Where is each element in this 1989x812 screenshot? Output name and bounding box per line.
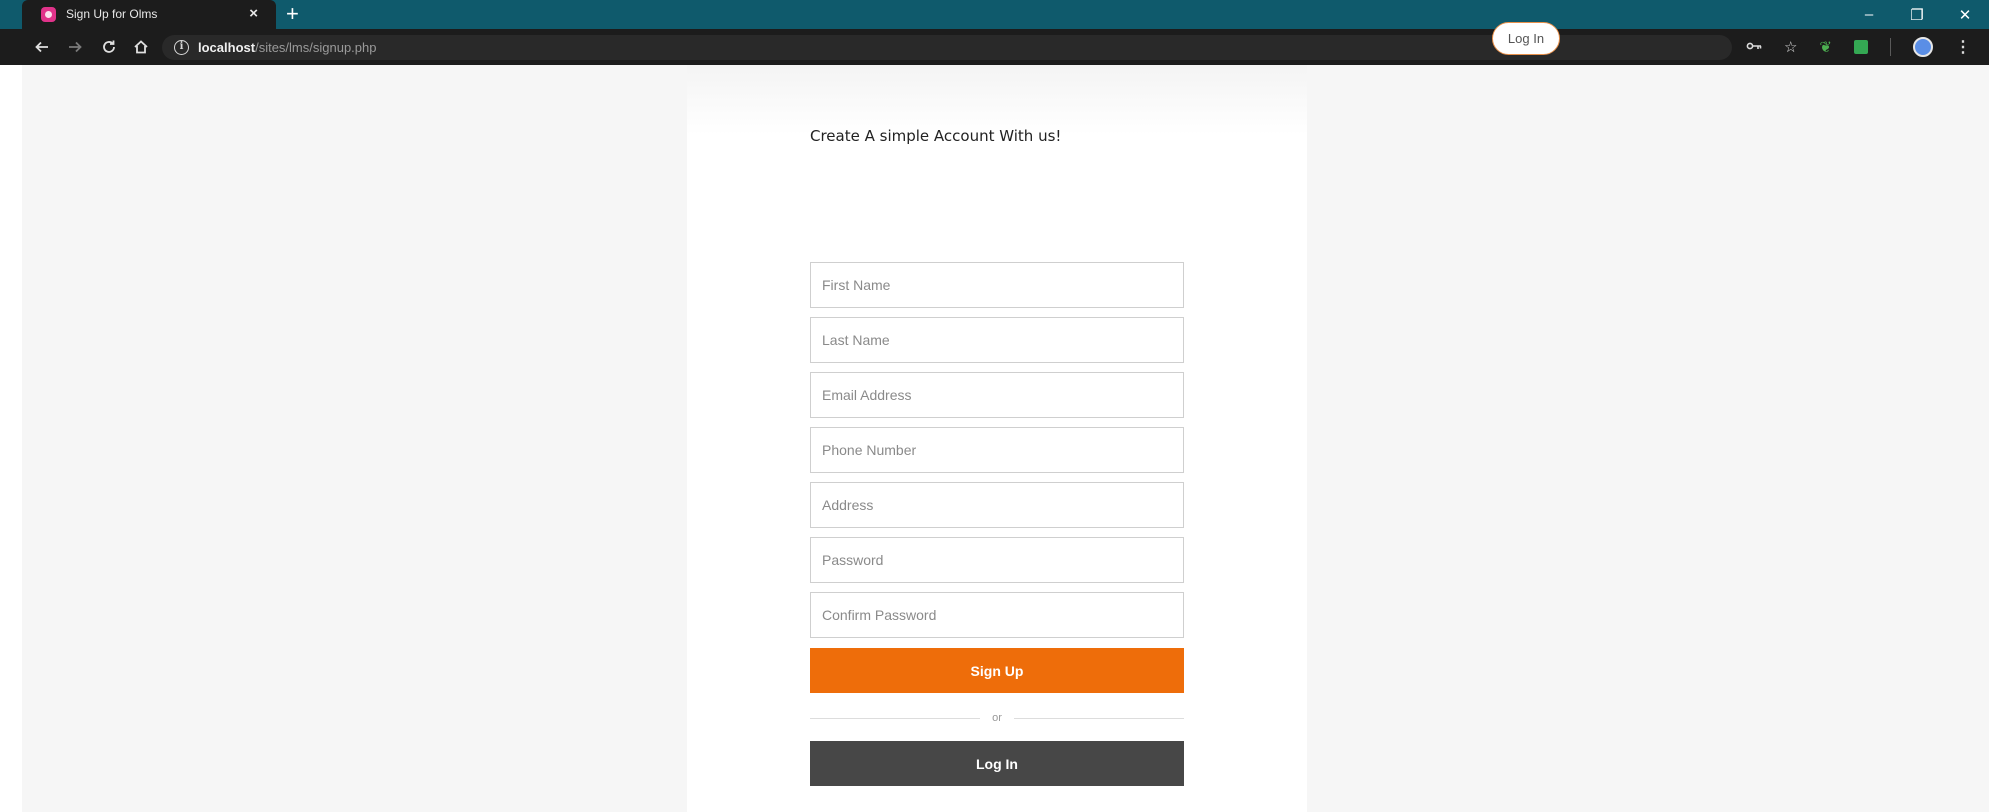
phone-input[interactable] [811,428,1183,472]
first-name-input[interactable] [811,263,1183,307]
url-text: localhost/sites/lms/signup.php [198,40,377,55]
email-field[interactable] [810,372,1184,418]
new-tab-button[interactable]: + [286,1,299,27]
extension-icon[interactable] [1854,40,1868,54]
last-name-field[interactable] [810,317,1184,363]
star-icon[interactable]: ☆ [1784,38,1797,56]
confirm-password-input[interactable] [811,593,1183,637]
minimize-icon[interactable]: – [1845,0,1893,29]
browser-window: Sign Up for Olms × + – ❐ ✕ i localhost/s… [0,0,1989,812]
forward-icon[interactable] [63,35,87,59]
browser-toolbar: i localhost/sites/lms/signup.php ☆ ❦ ⋮ [0,29,1989,65]
confirm-password-field[interactable] [810,592,1184,638]
card-header-shade [687,65,1307,135]
home-icon[interactable] [129,35,153,59]
password-field[interactable] [810,537,1184,583]
site-favicon-icon [41,7,56,22]
first-name-field[interactable] [810,262,1184,308]
profile-icon[interactable] [1913,37,1933,57]
address-field[interactable] [810,482,1184,528]
reload-icon[interactable] [97,35,121,59]
signup-button[interactable]: Sign Up [810,648,1184,693]
menu-icon[interactable]: ⋮ [1955,37,1971,57]
window-controls: – ❐ ✕ [1845,0,1989,29]
key-icon[interactable] [1746,39,1762,56]
toolbar-separator [1890,38,1891,56]
divider-line [1014,718,1184,719]
toolbar-icons: ☆ ❦ ⋮ [1746,35,1971,59]
password-input[interactable] [811,538,1183,582]
close-window-icon[interactable]: ✕ [1941,0,1989,29]
tab-close-icon[interactable]: × [249,4,258,24]
browser-tab[interactable]: Sign Up for Olms × [22,0,276,29]
restore-icon[interactable]: ❐ [1893,0,1941,29]
last-name-input[interactable] [811,318,1183,362]
tab-title: Sign Up for Olms [66,7,158,21]
or-divider: or [810,711,1184,725]
info-icon[interactable]: i [174,40,189,55]
email-input[interactable] [811,373,1183,417]
extension-icon[interactable]: ❦ [1819,38,1832,56]
back-icon[interactable] [30,35,54,59]
tab-strip: Sign Up for Olms × + – ❐ ✕ [0,0,1989,29]
header-login-link[interactable]: Log In [1492,22,1560,55]
phone-field[interactable] [810,427,1184,473]
address-input[interactable] [811,483,1183,527]
form-heading: Create A simple Account With us! [810,127,1062,145]
login-button[interactable]: Log In [810,741,1184,786]
